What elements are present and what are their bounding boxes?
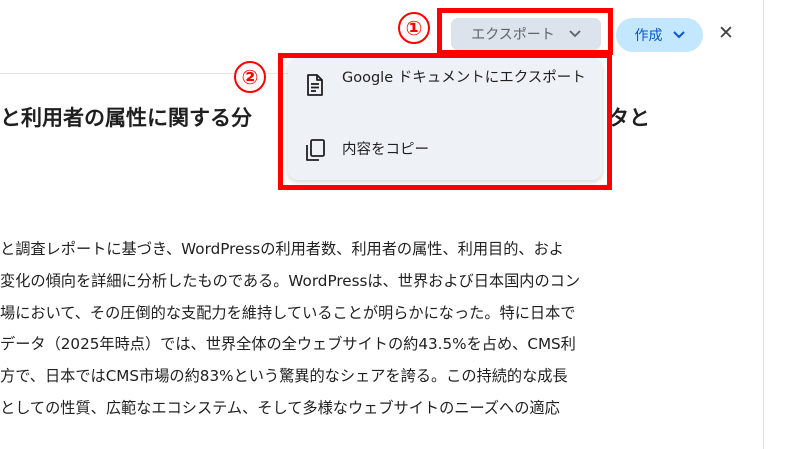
body-line: データ（2025年時点）では、世界全体の全ウェブサイトの約43.5%を占め、CM… xyxy=(0,335,576,354)
step-marker-2: ② xyxy=(234,61,266,93)
export-menu-highlight xyxy=(278,53,612,190)
body-line: 変化の傾向を詳細に分析したものである。WordPressは、世界および日本国内の… xyxy=(0,271,581,290)
document-body: と調査レポートに基づき、WordPressの利用者数、利用者の属性、利用目的、お… xyxy=(0,234,700,425)
body-line: と調査レポートに基づき、WordPressの利用者数、利用者の属性、利用目的、お… xyxy=(0,240,564,258)
export-button-highlight xyxy=(437,8,613,55)
body-line: 方で、日本ではCMS市場の約83%という驚異的なシェアを誇る。この持続的な成長 xyxy=(0,367,568,386)
create-button[interactable]: 作成 xyxy=(616,18,703,52)
create-button-label: 作成 xyxy=(634,28,663,44)
chevron-down-icon xyxy=(672,29,685,42)
close-icon[interactable]: ✕ xyxy=(716,22,736,44)
body-line: 場において、その圧倒的な支配力を維持していることが明らかになった。特に日本で xyxy=(0,303,576,322)
document-title-left: と利用者の属性に関する分 xyxy=(0,106,252,130)
step-marker-1: ① xyxy=(398,12,430,44)
document-title-right: タと xyxy=(608,106,650,130)
body-line: としての性質、広範なエコシステム、そして多様なウェブサイトのニーズへの適応 xyxy=(0,398,560,417)
